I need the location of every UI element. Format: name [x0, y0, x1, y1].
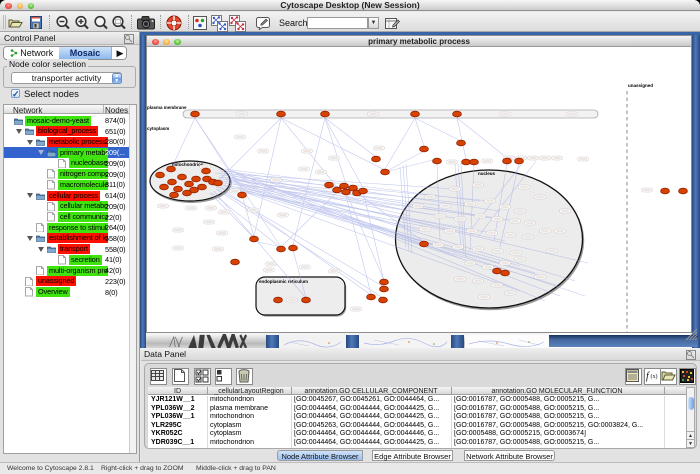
svg-text:(x): (x) [651, 373, 658, 380]
svg-text:mitochondrion: mitochondrion [172, 162, 204, 167]
svg-text:endoplasmic reticulum: endoplasmic reticulum [259, 279, 308, 284]
svg-text:nucleus: nucleus [478, 171, 496, 176]
svg-text:unassigned: unassigned [628, 83, 653, 88]
svg-text:cytoplasm: cytoplasm [147, 126, 169, 131]
svg-text:plasma membrane: plasma membrane [147, 105, 187, 110]
svg-text:f: f [646, 371, 650, 382]
